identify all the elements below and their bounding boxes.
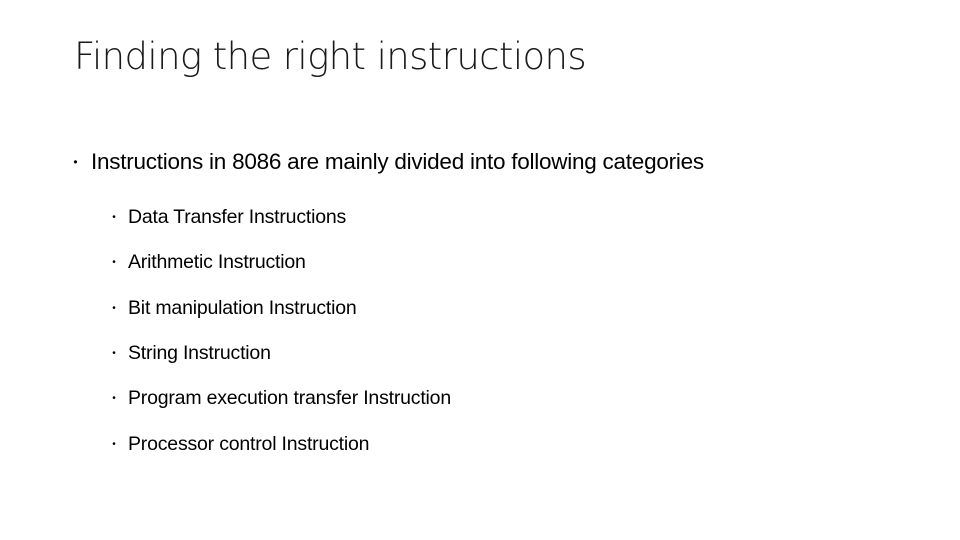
category-processor-control: Processor control Instruction (128, 432, 370, 455)
list-item: • Arithmetic Instruction (100, 240, 451, 285)
bullet-icon: • (112, 438, 116, 450)
bullet-icon: • (112, 393, 116, 405)
category-list: • Data Transfer Instructions • Arithmeti… (100, 195, 451, 467)
slide: Finding the right instructions • Instruc… (0, 0, 960, 540)
bullet-icon: • (112, 257, 116, 269)
list-item: • Processor control Instruction (100, 421, 451, 466)
slide-title: Finding the right instructions (74, 35, 587, 78)
category-arithmetic: Arithmetic Instruction (128, 251, 306, 274)
bullet-icon: • (112, 212, 116, 224)
list-item: • Program execution transfer Instruction (100, 376, 451, 421)
bullet-icon: • (73, 155, 78, 169)
main-point-text: Instructions in 8086 are mainly divided … (91, 149, 704, 174)
bullet-icon: • (112, 302, 116, 314)
category-string: String Instruction (128, 342, 271, 365)
category-data-transfer: Data Transfer Instructions (128, 206, 347, 229)
category-bit-manipulation: Bit manipulation Instruction (128, 296, 357, 319)
main-bullet-point: • Instructions in 8086 are mainly divide… (60, 147, 704, 177)
list-item: • String Instruction (100, 331, 451, 376)
category-program-execution-transfer: Program execution transfer Instruction (128, 387, 451, 410)
list-item: • Data Transfer Instructions (100, 195, 451, 240)
bullet-icon: • (112, 348, 116, 360)
list-item: • Bit manipulation Instruction (100, 286, 451, 331)
